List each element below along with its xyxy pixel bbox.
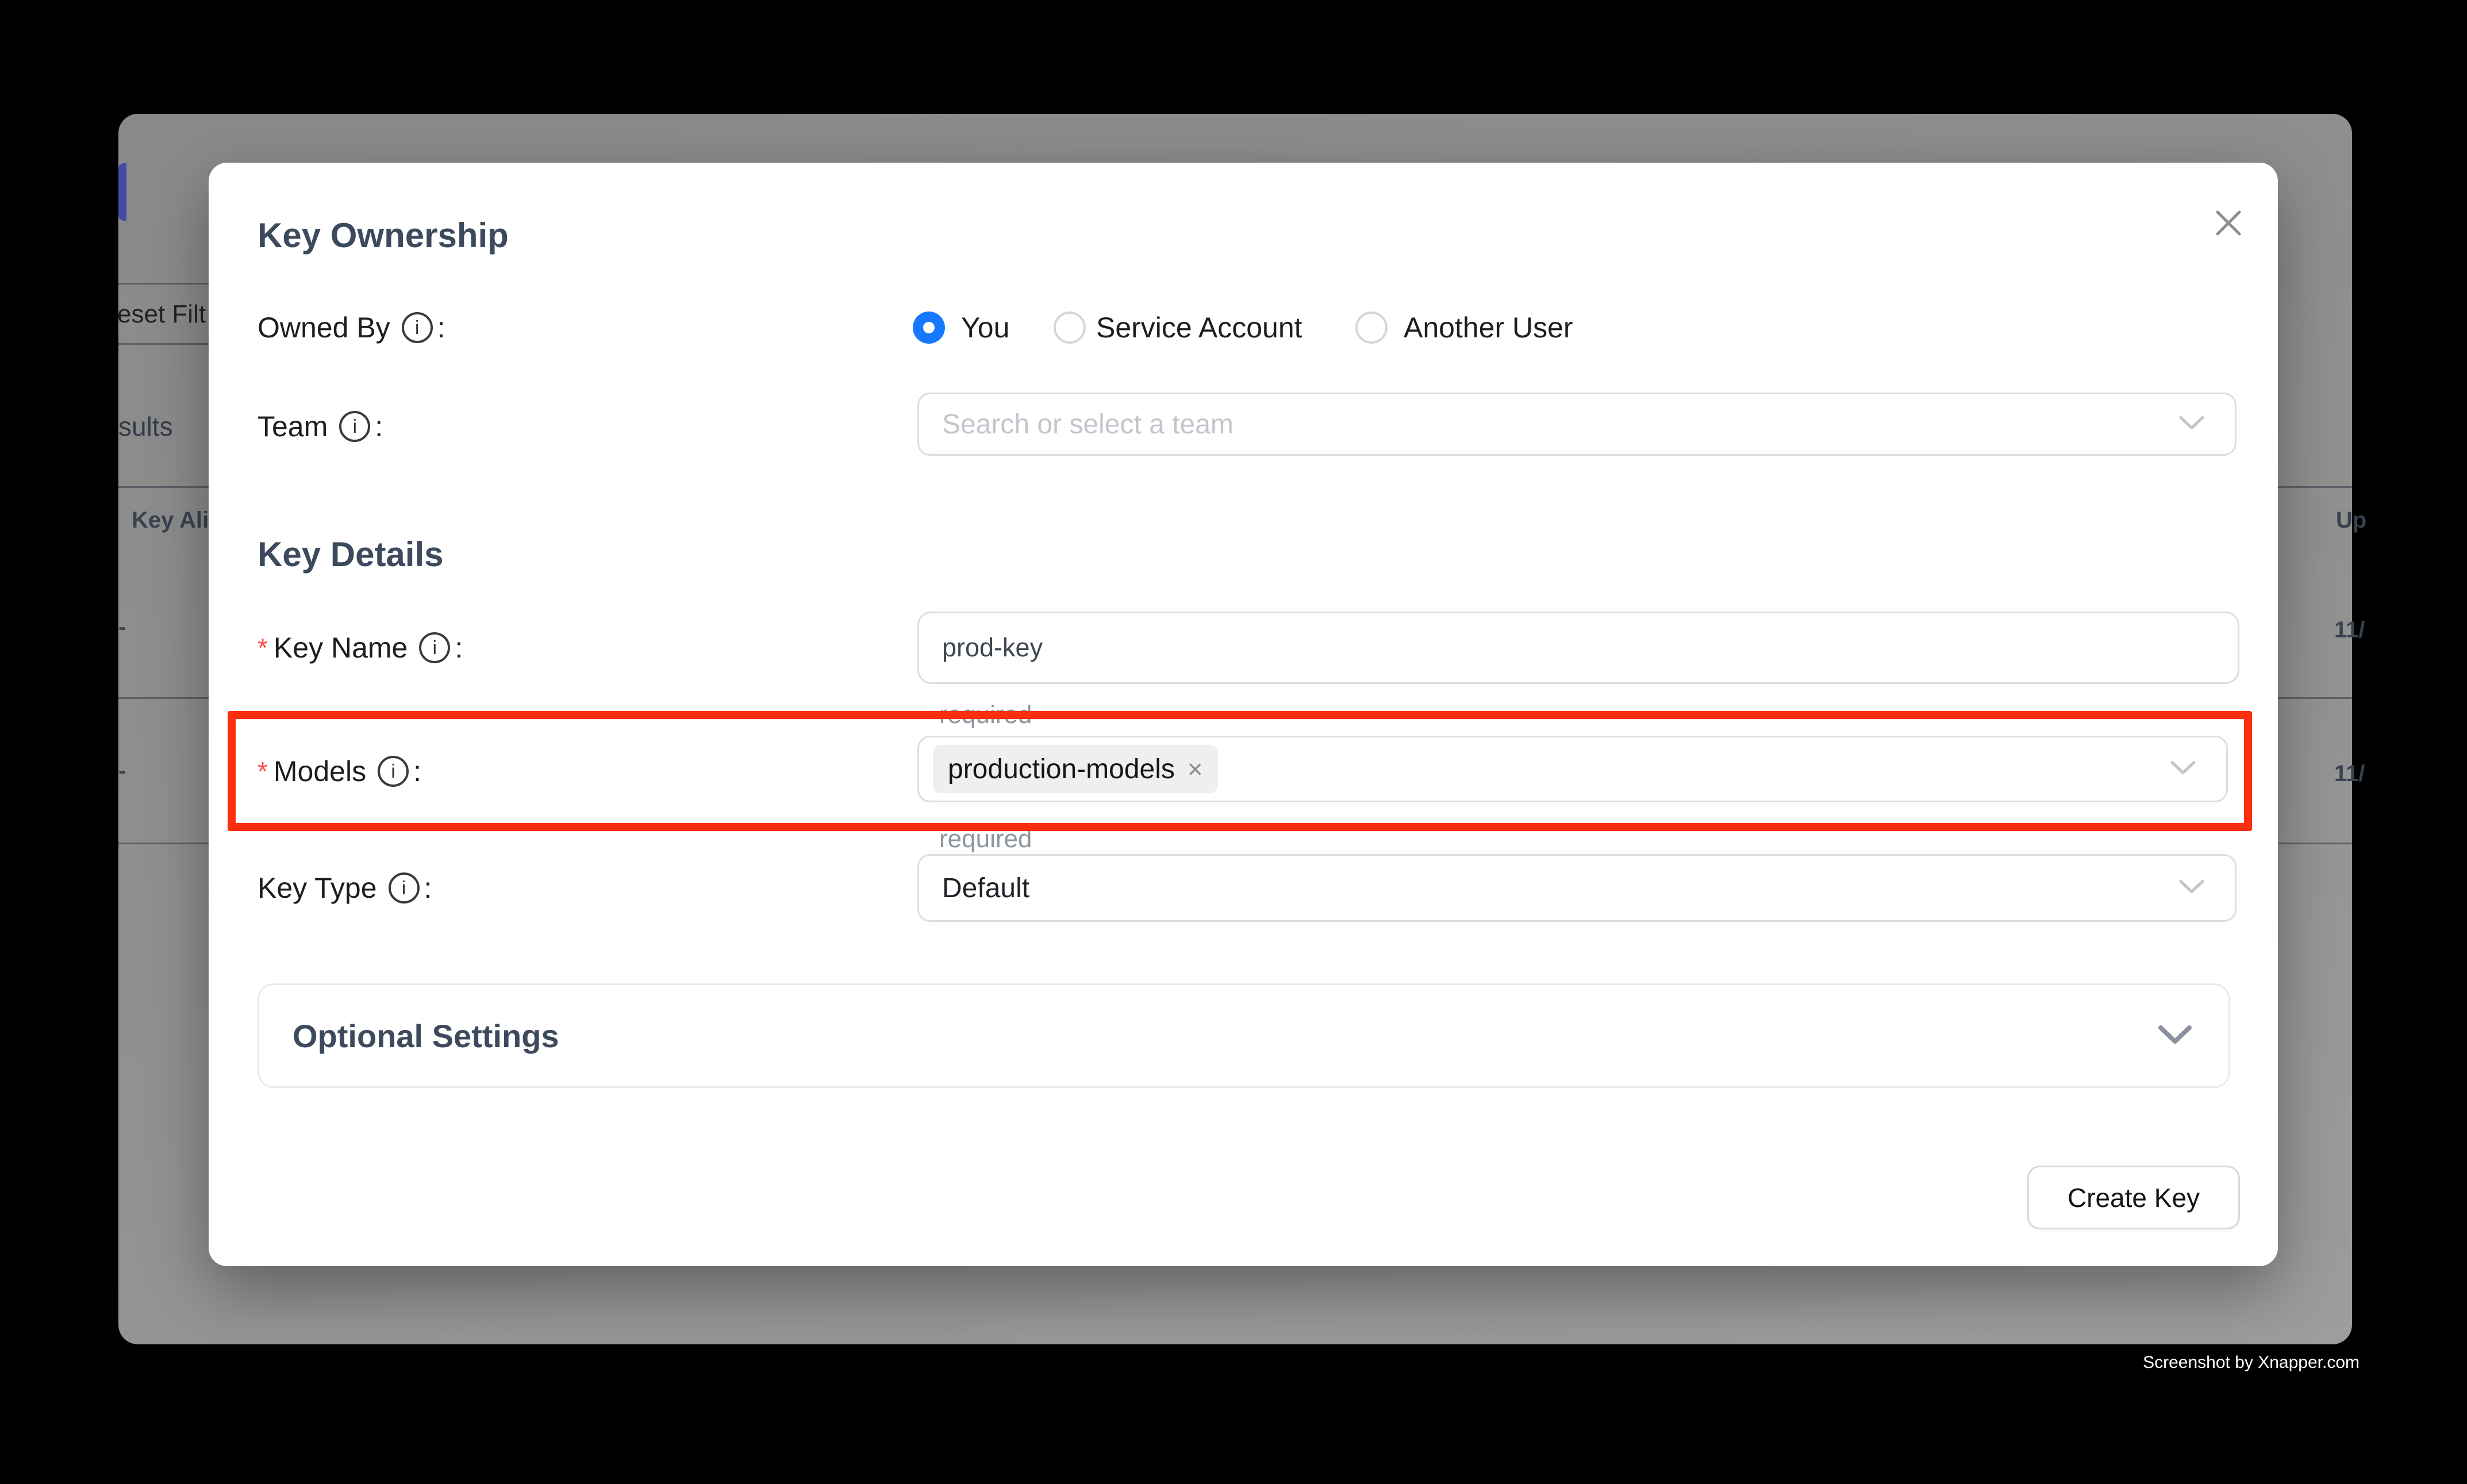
info-icon[interactable]: i: [419, 632, 450, 663]
table-row-date-2: 11/: [2334, 761, 2365, 787]
info-icon[interactable]: i: [389, 872, 420, 904]
key-type-label-text: Key Type: [258, 871, 377, 905]
key-type-select[interactable]: Default: [917, 854, 2237, 922]
create-key-button[interactable]: Create Key: [2027, 1166, 2240, 1229]
info-icon[interactable]: i: [402, 312, 433, 343]
reset-filters-fragment[interactable]: eset Filt: [117, 299, 206, 329]
key-ownership-title: Key Ownership: [258, 217, 509, 254]
team-select-placeholder: Search or select a team: [919, 409, 1234, 440]
close-icon: [2214, 209, 2243, 237]
key-name-value: prod-key: [919, 633, 1043, 663]
table-header-updated: Up: [2336, 508, 2366, 533]
xnapper-credit: Screenshot by Xnapper.com: [2127, 1352, 2360, 1373]
radio-label-another-user[interactable]: Another User: [1404, 311, 1573, 344]
key-name-label-text: Key Name: [274, 631, 408, 664]
chevron-down-icon: [2178, 879, 2205, 897]
screenshot-canvas: eset Filt sults Key Alia Up - 11/ - 11/ …: [0, 0, 2467, 1484]
table-row-alias-1: -: [118, 614, 126, 640]
key-type-label: Key Type i :: [258, 871, 432, 905]
radio-label-you[interactable]: You: [961, 311, 1009, 344]
create-key-button-fragment: [118, 163, 126, 221]
radio-label-service-account[interactable]: Service Account: [1096, 311, 1302, 344]
team-label: Team i :: [258, 410, 383, 443]
table-row-date-1: 11/: [2334, 617, 2365, 643]
info-icon[interactable]: i: [339, 411, 370, 442]
owned-by-label: Owned By i :: [258, 311, 445, 344]
key-name-input[interactable]: prod-key: [917, 612, 2239, 684]
key-details-title: Key Details: [258, 536, 444, 573]
annotation-highlight-models: [228, 711, 2252, 831]
toolbar-divider-top: [118, 283, 209, 285]
radio-owned-by-you[interactable]: [913, 312, 945, 344]
table-row-alias-2: -: [118, 758, 126, 784]
chevron-down-icon: [2157, 1024, 2193, 1048]
colon: :: [437, 311, 445, 344]
radio-owned-by-another-user[interactable]: [1355, 312, 1388, 344]
required-asterisk: *: [258, 631, 268, 664]
colon: :: [424, 871, 432, 905]
results-count-fragment: sults: [118, 411, 173, 442]
team-select[interactable]: Search or select a team: [917, 393, 2237, 456]
colon: :: [455, 631, 463, 664]
team-label-text: Team: [258, 410, 328, 443]
colon: :: [375, 410, 383, 443]
table-header-key-alias: Key Alia: [132, 508, 221, 533]
key-name-label: * Key Name i :: [258, 631, 463, 664]
optional-settings-label: Optional Settings: [259, 1017, 559, 1055]
optional-settings-toggle[interactable]: Optional Settings: [258, 983, 2230, 1088]
owned-by-label-text: Owned By: [258, 311, 390, 344]
radio-owned-by-service-account[interactable]: [1054, 312, 1086, 344]
key-type-value: Default: [919, 872, 1029, 904]
chevron-down-icon: [2178, 416, 2205, 433]
modal-close-button[interactable]: [2210, 205, 2247, 241]
toolbar-divider-bottom: [118, 343, 209, 345]
